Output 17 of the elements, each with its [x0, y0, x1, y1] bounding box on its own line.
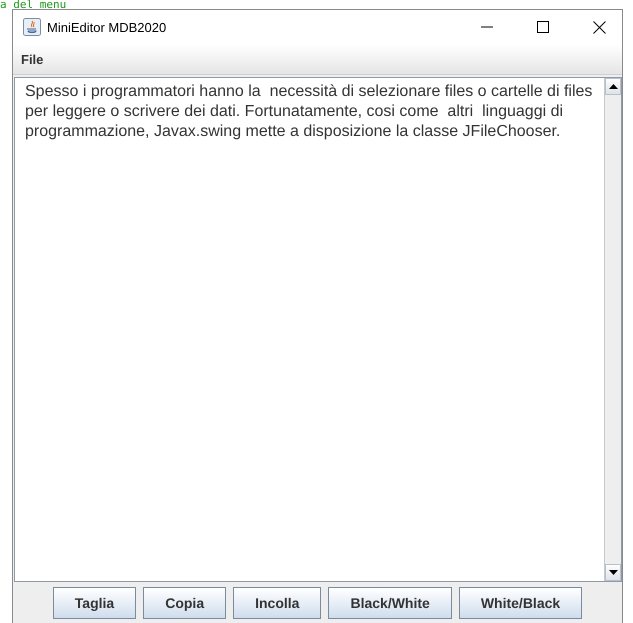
maximize-icon	[537, 21, 549, 33]
action-button[interactable]: Incolla	[233, 586, 322, 618]
action-button[interactable]: Copia	[143, 586, 226, 618]
window-title: MiniEditor MDB2020	[47, 20, 168, 34]
editor-text: Spesso i programmatori hanno la necessità di selezionare files o cartelle di files per leggere o scrivere dei dati. Fortunatamente, cosi come altri linguaggi di programmazione, Javax.swing mette a disposizione la classe JFileChooser.	[24, 82, 594, 142]
scroll-up-button[interactable]	[605, 78, 621, 95]
vertical-scrollbar[interactable]	[604, 78, 621, 581]
minimize-icon	[481, 26, 493, 28]
up-triangle-icon	[608, 84, 618, 89]
action-button[interactable]: White/Black	[458, 586, 582, 618]
app-icon	[23, 18, 41, 36]
close-icon	[592, 20, 606, 34]
down-triangle-icon	[608, 570, 618, 575]
action-button[interactable]: Black/White	[328, 586, 452, 618]
menu-item[interactable]: File	[13, 46, 52, 72]
action-button[interactable]: Taglia	[52, 586, 136, 618]
scroll-down-button[interactable]	[605, 564, 621, 581]
